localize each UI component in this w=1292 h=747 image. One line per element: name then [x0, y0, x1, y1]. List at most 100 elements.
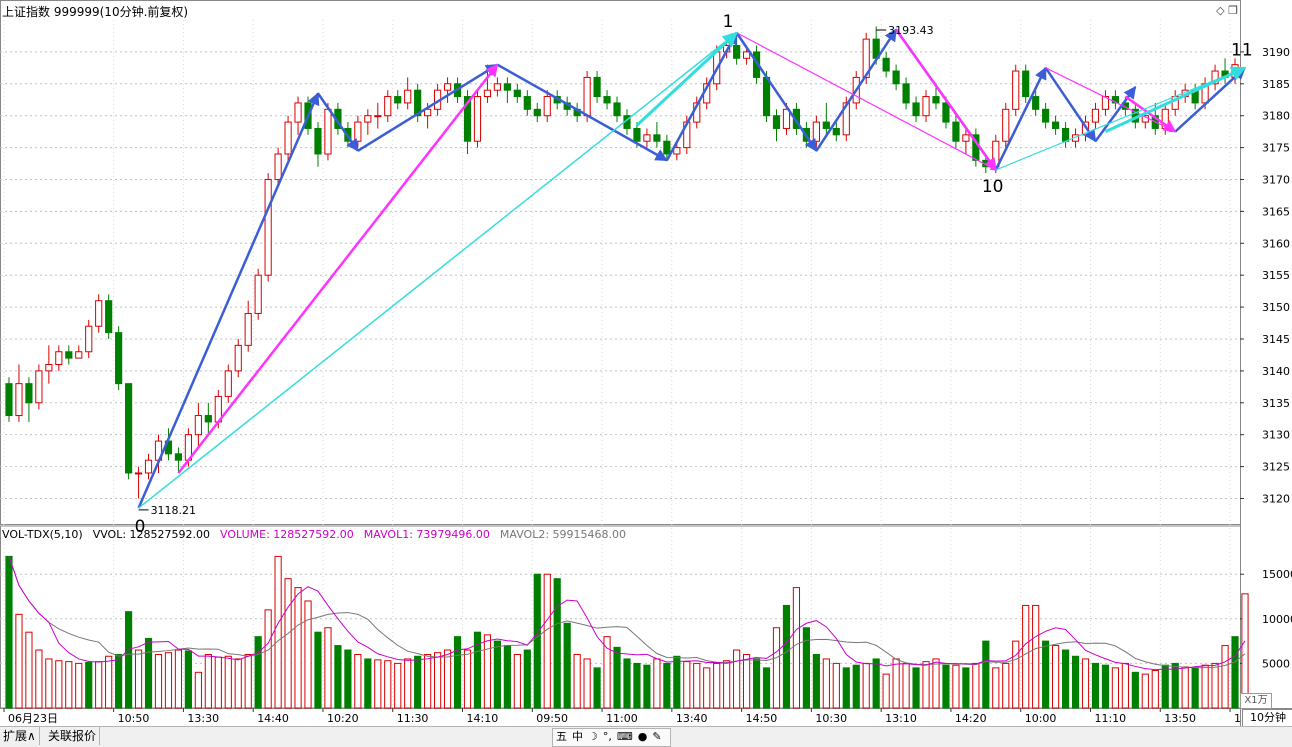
toolbox: 五中 ☽ °, ⌨ ● ✎ — [552, 728, 671, 747]
volume-bar — [623, 658, 631, 709]
volume-bar — [503, 645, 511, 709]
volume-bar — [204, 653, 212, 709]
time-tick-label: 14:40 — [257, 712, 289, 725]
candle-body — [354, 121, 362, 142]
volume-bar — [493, 640, 501, 709]
related-quotes-tab[interactable]: 关联报价 — [45, 727, 101, 745]
period-selector[interactable]: 10分钟 — [1242, 709, 1292, 727]
volume-bar — [414, 655, 422, 709]
time-tick-label: 10:00 — [1025, 712, 1057, 725]
candle-body — [663, 140, 671, 155]
candle-body — [1091, 108, 1100, 123]
volume-bar — [1191, 667, 1199, 709]
wrench-icon[interactable]: ✎ — [652, 730, 661, 743]
candle-body — [643, 134, 651, 142]
volume-bar — [274, 555, 282, 709]
five-icon[interactable]: 五 — [556, 730, 567, 743]
price-tick-label: 3125 — [1262, 461, 1290, 474]
volume-bar — [1042, 640, 1050, 709]
time-tick-label: 10:20 — [327, 712, 359, 725]
volume-bar — [992, 667, 1000, 709]
candle-body — [224, 370, 232, 397]
volume-bar — [1002, 662, 1010, 709]
candle-body — [882, 57, 890, 72]
candle-body — [55, 351, 63, 366]
volume-tick-label: 15000 — [1262, 568, 1292, 581]
candle-body — [394, 96, 402, 104]
volume-bar — [723, 660, 731, 709]
moon-icon[interactable]: ☽ — [588, 730, 598, 743]
volume-bar — [344, 649, 352, 709]
volume-bar — [782, 604, 791, 709]
time-tick-label: 11:00 — [606, 712, 638, 725]
volume-bar — [912, 667, 920, 709]
volume-bar — [792, 587, 801, 709]
restore-icon[interactable]: ❐ — [1228, 4, 1238, 17]
volume-bar — [264, 609, 272, 709]
volume-bar — [922, 661, 930, 709]
volume-bar — [434, 652, 442, 709]
candle-body — [1002, 108, 1010, 142]
candle-body — [822, 121, 830, 129]
volume-bar — [862, 662, 870, 709]
volume-bar — [583, 658, 591, 709]
volume-bar — [683, 661, 691, 709]
volume-bar — [942, 664, 950, 709]
candle-body — [234, 344, 242, 372]
price-tick-label: 3185 — [1262, 78, 1290, 91]
candle-body — [75, 351, 83, 359]
degree-icon[interactable]: °, — [603, 730, 612, 743]
expand-tab[interactable]: 扩展∧ — [0, 727, 40, 745]
kline-chart[interactable]: 3120 3125 3130 3135 3140 3145 3150 3155 3160 3165… — [0, 0, 1292, 726]
circle-icon[interactable]: ● — [638, 730, 648, 743]
volume-bar — [105, 655, 113, 709]
volume-bar — [673, 655, 681, 709]
volume-bar — [852, 664, 860, 709]
window-controls[interactable]: ◇ ❐ — [1216, 4, 1238, 17]
volume-bar — [244, 653, 252, 709]
volume-bar — [822, 658, 830, 709]
volume-bar — [95, 661, 103, 709]
volume-legend: VOL-TDX(5,10) VVOL: 128527592.00 VOLUME: 1… — [2, 528, 636, 541]
candle-body — [772, 115, 781, 129]
volume-bar — [1022, 604, 1030, 709]
volume-bar — [424, 653, 432, 709]
candle-body — [5, 383, 13, 417]
volume-bar — [304, 600, 312, 709]
candle-body — [912, 102, 920, 117]
candle-body — [95, 300, 103, 327]
candle-body — [533, 108, 541, 117]
price-tick-label: 3180 — [1262, 110, 1290, 123]
volume-bar — [15, 613, 23, 709]
candle-body — [35, 370, 43, 404]
candle-body — [942, 102, 950, 123]
volume-bar — [85, 662, 93, 709]
volume-bar — [55, 660, 63, 709]
keyboard-icon[interactable]: ⌨ — [617, 730, 633, 743]
diamond-icon[interactable]: ◇ — [1216, 4, 1224, 17]
candle-body — [922, 96, 930, 117]
volume-value: VOLUME: 128527592.00 — [220, 528, 354, 541]
volume-bar — [932, 658, 940, 709]
volume-bar — [553, 578, 561, 709]
candle-body — [174, 453, 183, 461]
volume-bar — [663, 662, 671, 709]
mavol2-value: MAVOL2: 59915468.00 — [499, 528, 627, 541]
volume-bar — [154, 653, 163, 709]
volume-bar — [214, 656, 222, 709]
vol-indicator-name[interactable]: VOL-TDX(5,10) — [2, 528, 83, 541]
candle-body — [105, 300, 113, 334]
volume-bar — [593, 667, 601, 709]
volume-bar — [284, 578, 292, 709]
zhong-icon[interactable]: 中 — [572, 730, 583, 743]
volume-bar — [743, 653, 751, 709]
volume-bar — [752, 658, 761, 709]
volume-bar — [1151, 670, 1159, 709]
volume-bar — [902, 662, 910, 709]
volume-bar — [75, 662, 83, 709]
price-tick-label: 3140 — [1262, 365, 1290, 378]
volume-bar — [334, 645, 342, 709]
volume-bar — [384, 660, 392, 709]
candle-body — [962, 134, 970, 142]
volume-bar — [5, 555, 13, 709]
